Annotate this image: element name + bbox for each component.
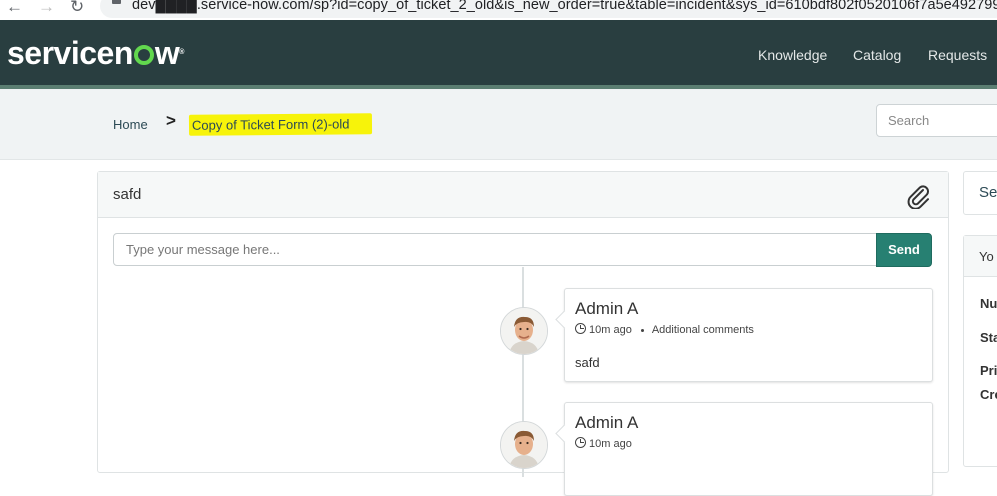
avatar xyxy=(500,421,548,469)
breadcrumb-home[interactable]: Home xyxy=(113,117,148,132)
logo-ring xyxy=(133,45,154,65)
entry-author: Admin A xyxy=(575,413,639,432)
breadcrumb: Home > Copy of Ticket Form (2)-old Searc… xyxy=(0,89,997,160)
entry-body: safd xyxy=(575,355,600,370)
entry-meta: 10m ago xyxy=(575,437,632,450)
forward-icon[interactable]: → xyxy=(38,0,55,17)
field-label: Cre xyxy=(980,387,997,402)
activity-entry: Admin A 10m ago xyxy=(564,402,933,496)
clock-icon xyxy=(575,323,586,334)
field-label: Sta xyxy=(980,330,997,345)
message-input[interactable]: Type your message here... xyxy=(113,233,877,266)
side-panel-details: Yo Nu Sta Pri Cre xyxy=(963,235,997,467)
portal-header: servicen w® Knowledge Catalog Requests xyxy=(0,20,997,89)
panel-header: safd xyxy=(98,172,948,218)
field-label: Nu xyxy=(980,296,997,311)
ticket-conversation-panel: safd Type your message here... Send Admi… xyxy=(97,171,949,496)
ticket-title: safd xyxy=(113,186,142,203)
address-bar[interactable]: dev████.service-now.com/sp?id=copy_of_ti… xyxy=(100,0,997,18)
servicenow-logo[interactable]: servicen w® xyxy=(7,35,184,71)
lock-icon xyxy=(112,0,121,4)
entry-author: Admin A xyxy=(575,299,639,318)
clock-icon xyxy=(575,437,586,448)
nav-catalog[interactable]: Catalog xyxy=(853,47,901,63)
send-button[interactable]: Send xyxy=(876,233,932,267)
activity-entry: Admin A 10m ago Additional comments safd xyxy=(564,288,933,382)
field-label: Pri xyxy=(980,363,997,378)
side-panel-actions[interactable]: Se xyxy=(963,171,997,215)
search-input[interactable]: Search xyxy=(876,104,997,137)
nav-knowledge[interactable]: Knowledge xyxy=(758,47,827,63)
breadcrumb-current: Copy of Ticket Form (2)-old xyxy=(188,113,372,136)
reload-icon[interactable]: ↻ xyxy=(70,0,84,17)
chevron-right-icon: > xyxy=(166,111,176,130)
browser-bar: ← → ↻ dev████.service-now.com/sp?id=copy… xyxy=(0,0,997,21)
avatar xyxy=(500,307,548,355)
nav-requests[interactable]: Requests xyxy=(928,47,987,63)
side-panel-title: Se xyxy=(979,184,997,201)
url-text: dev████.service-now.com/sp?id=copy_of_ti… xyxy=(132,0,997,13)
back-icon[interactable]: ← xyxy=(6,0,23,17)
paperclip-icon[interactable] xyxy=(904,181,932,214)
side-panel-header: Yo xyxy=(964,236,997,277)
entry-meta: 10m ago Additional comments xyxy=(575,323,754,336)
